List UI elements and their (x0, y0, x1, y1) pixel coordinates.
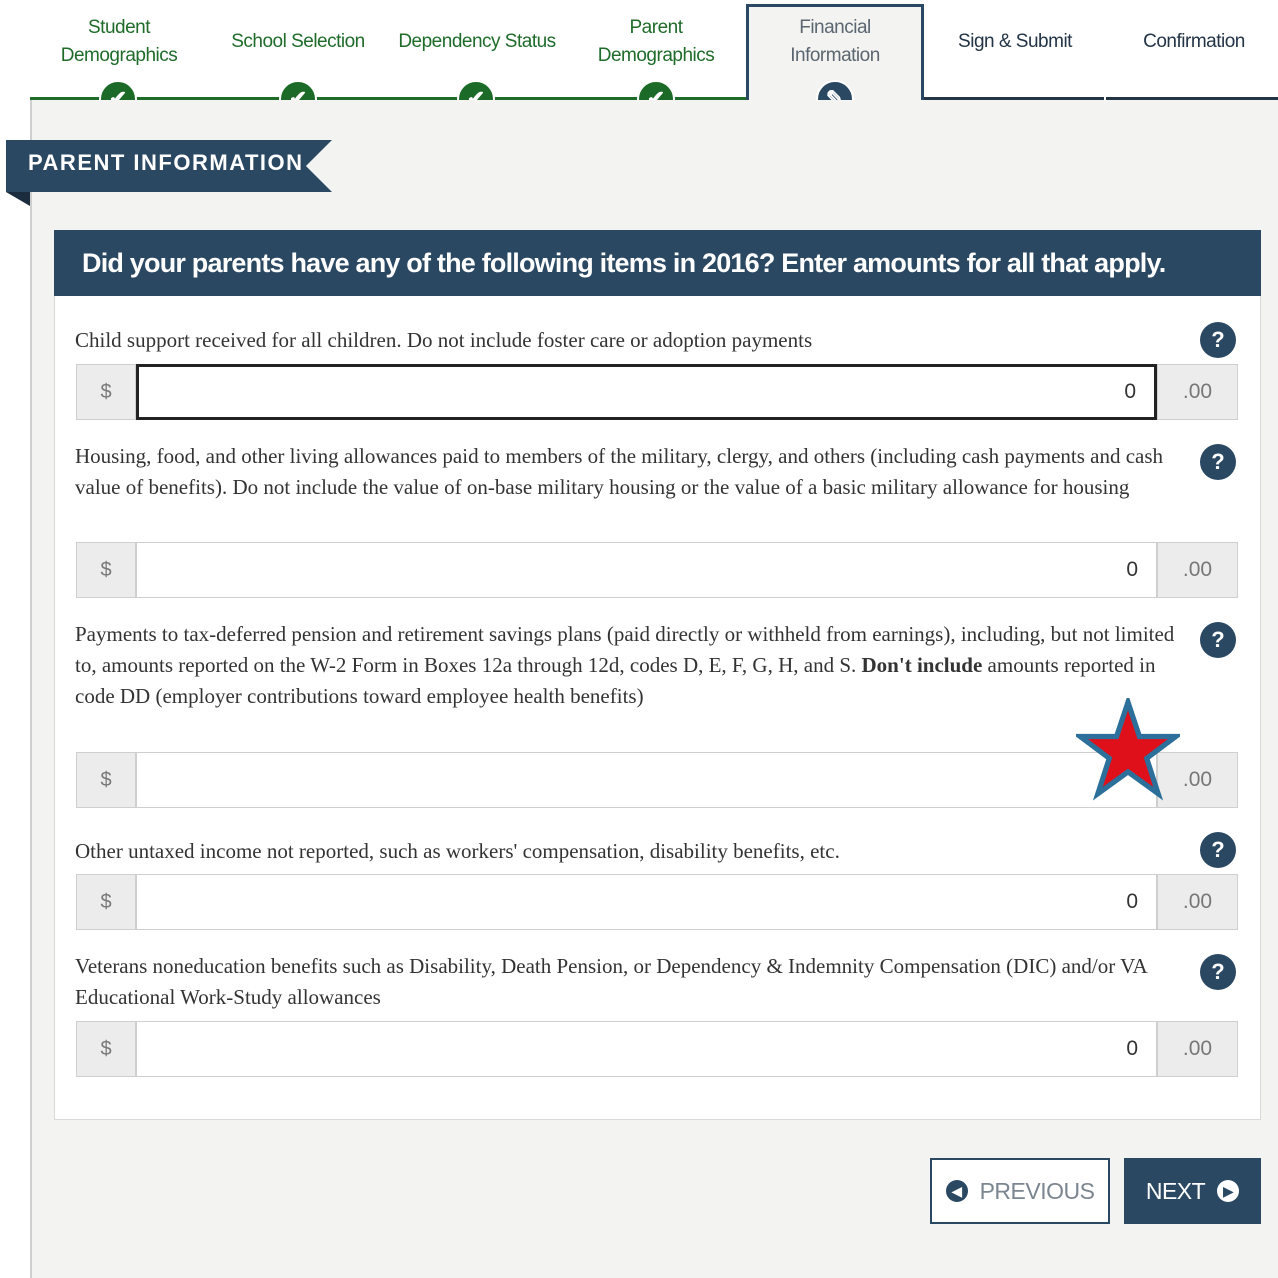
step-financial-information-label: Financial Information (790, 17, 880, 66)
question-emphasis: Don't include (861, 653, 983, 677)
step-school-selection-label[interactable]: School Selection (213, 28, 383, 56)
card-heading: Did your parents have any of the followi… (54, 230, 1261, 296)
currency-field: $ 0 .00 (76, 542, 1238, 598)
question-label: Other untaxed income not reported, such … (75, 839, 840, 863)
red-star-icon (1076, 698, 1180, 801)
step-dependency-status-label[interactable]: Dependency Status (392, 28, 562, 56)
arrow-right-icon: ▶ (1217, 1180, 1240, 1202)
question-label: Housing, food, and other living allowanc… (75, 444, 1164, 499)
cents-suffix: .00 (1157, 542, 1238, 598)
currency-field: $ .00 (76, 752, 1238, 808)
cents-suffix: .00 (1157, 874, 1238, 930)
retirement-payments-input[interactable] (136, 752, 1157, 808)
section-title: PARENT INFORMATION (28, 150, 304, 175)
step-student-demographics-label[interactable]: Student Demographics (34, 14, 204, 70)
other-untaxed-income-input[interactable]: 0 (136, 874, 1157, 930)
currency-field: $ 0 .00 (76, 364, 1238, 420)
cents-suffix: .00 (1157, 364, 1238, 420)
currency-field: $ 0 .00 (76, 1021, 1238, 1077)
dollar-prefix: $ (76, 752, 136, 808)
question-label: Child support received for all children.… (75, 328, 813, 352)
cents-suffix: .00 (1157, 1021, 1238, 1077)
next-label: NEXT (1145, 1177, 1206, 1204)
ribbon-fold (6, 192, 30, 206)
dollar-prefix: $ (76, 1021, 136, 1077)
question-label: Veterans noneducation benefits such as D… (75, 954, 1147, 1009)
dollar-prefix: $ (76, 364, 136, 420)
previous-label: PREVIOUS (979, 1177, 1095, 1204)
currency-field: $ 0 .00 (76, 874, 1238, 930)
next-button[interactable]: NEXT ▶ (1124, 1158, 1261, 1224)
help-icon[interactable]: ? (1200, 322, 1236, 358)
help-icon[interactable]: ? (1200, 954, 1236, 990)
step-confirmation-label: Confirmation (1143, 31, 1245, 52)
arrow-left-icon: ◀ (945, 1180, 968, 1202)
step-parent-demographics-label[interactable]: Parent Demographics (586, 14, 726, 70)
help-icon[interactable]: ? (1200, 622, 1236, 658)
dollar-prefix: $ (76, 874, 136, 930)
question-label: Payments to tax-deferred pension and ret… (75, 619, 1175, 712)
veterans-benefits-input[interactable]: 0 (136, 1021, 1157, 1077)
living-allowances-input[interactable]: 0 (136, 542, 1157, 598)
previous-button[interactable]: ◀ PREVIOUS (930, 1158, 1110, 1224)
help-icon[interactable]: ? (1200, 444, 1236, 480)
help-icon[interactable]: ? (1200, 832, 1236, 868)
child-support-input[interactable]: 0 (136, 364, 1157, 420)
dollar-prefix: $ (76, 542, 136, 598)
step-sign-submit-label: Sign & Submit (958, 31, 1072, 52)
